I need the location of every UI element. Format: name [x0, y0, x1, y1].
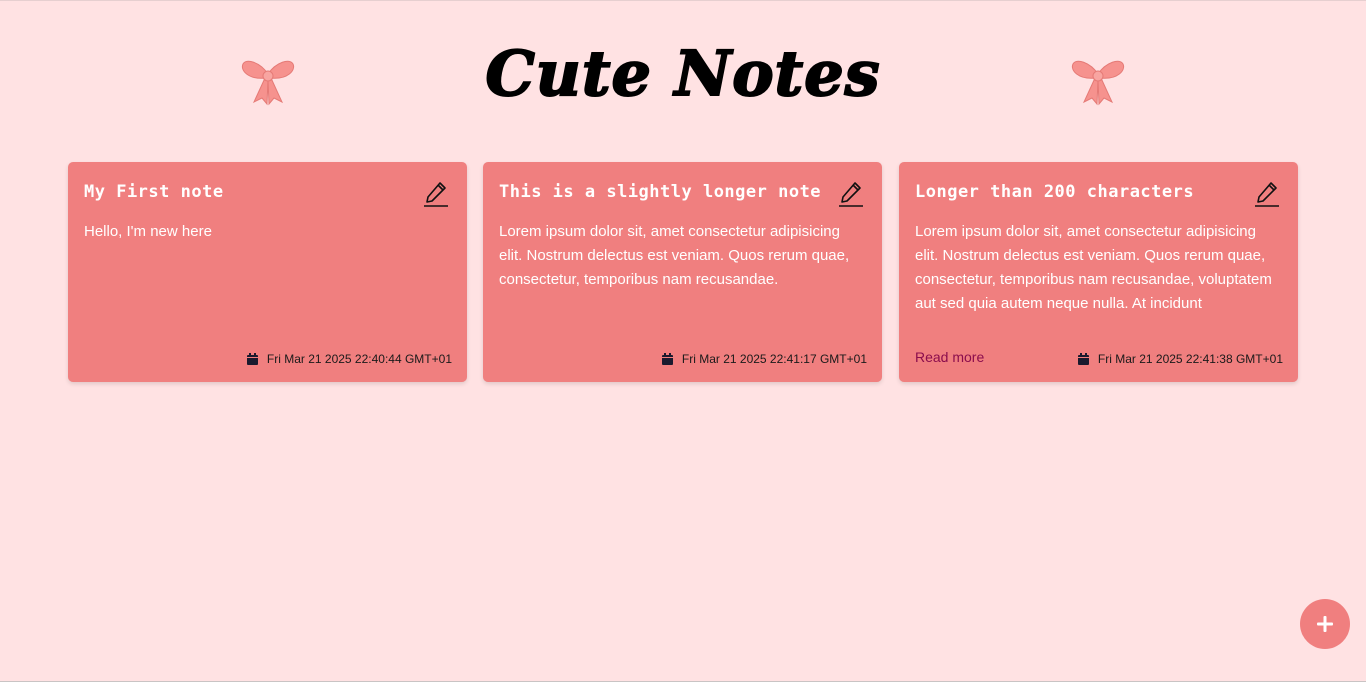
note-date-text: Fri Mar 21 2025 22:41:38 GMT+01: [1097, 352, 1283, 366]
notes-grid: My First note Hello, I'm new here Fri Ma…: [68, 162, 1298, 382]
bow-icon: [1071, 60, 1125, 106]
note-title: This is a slightly longer note: [499, 182, 822, 202]
note-title: My First note: [84, 182, 224, 202]
calendar-icon: [246, 353, 258, 365]
note-date: Fri Mar 21 2025 22:41:38 GMT+01: [1077, 351, 1283, 367]
note-card[interactable]: Longer than 200 characters Lorem ipsum d…: [899, 162, 1298, 382]
header: Cute Notes: [0, 1, 1366, 151]
calendar-icon: [661, 353, 673, 365]
note-card[interactable]: This is a slightly longer note Lorem ips…: [483, 162, 882, 382]
page-title: Cute Notes: [484, 36, 881, 111]
note-date-text: Fri Mar 21 2025 22:40:44 GMT+01: [266, 352, 452, 366]
note-body: Lorem ipsum dolor sit, amet consectetur …: [499, 223, 850, 288]
pencil-icon[interactable]: [423, 180, 449, 208]
note-date-text: Fri Mar 21 2025 22:41:17 GMT+01: [681, 352, 867, 366]
note-title: Longer than 200 characters: [915, 182, 1195, 202]
page: Cute Notes My First note Hello, I'm new …: [0, 0, 1366, 682]
calendar-icon: [1077, 353, 1089, 365]
note-card[interactable]: My First note Hello, I'm new here Fri Ma…: [68, 162, 467, 382]
note-date: Fri Mar 21 2025 22:41:17 GMT+01: [661, 351, 867, 367]
plus-icon: [1317, 616, 1333, 632]
add-note-button[interactable]: [1300, 599, 1350, 649]
note-date: Fri Mar 21 2025 22:40:44 GMT+01: [246, 351, 452, 367]
read-more-link[interactable]: Read more: [915, 349, 984, 365]
note-body: Hello, I'm new here: [84, 223, 212, 240]
pencil-icon[interactable]: [1254, 180, 1280, 208]
pencil-icon[interactable]: [838, 180, 864, 208]
note-body: Lorem ipsum dolor sit, amet consectetur …: [915, 223, 1272, 312]
